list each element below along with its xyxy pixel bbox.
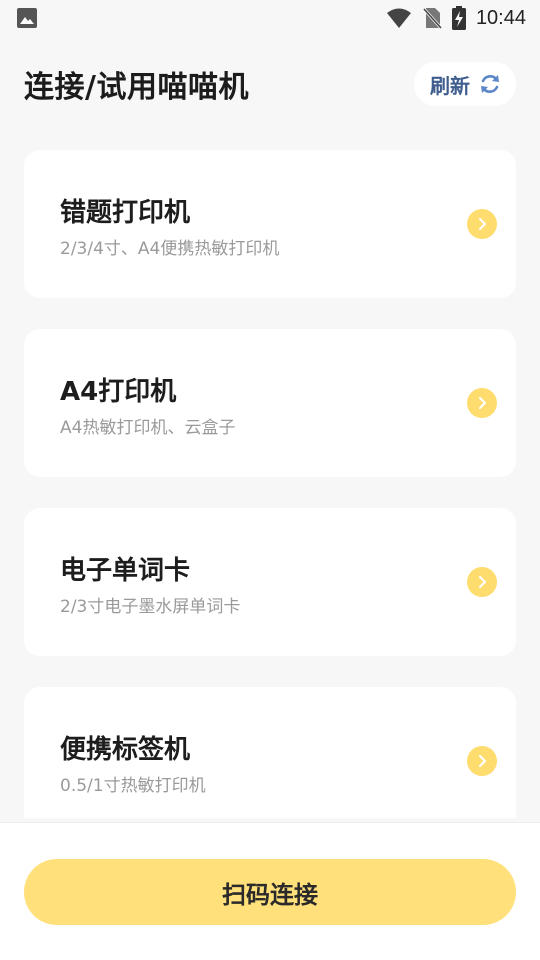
refresh-label: 刷新 — [430, 75, 470, 98]
chevron-right-icon — [467, 567, 497, 597]
chevron-right-icon — [467, 388, 497, 418]
bottom-bar: 扫码连接 — [0, 822, 540, 960]
device-card-mistake-printer[interactable]: 错题打印机 2/3/4寸、A4便携热敏打印机 — [24, 150, 516, 298]
scan-connect-label: 扫码连接 — [222, 881, 318, 909]
battery-charging-icon — [451, 6, 466, 30]
refresh-icon — [478, 72, 502, 96]
no-sim-icon — [422, 6, 442, 30]
device-title: 便携标签机 — [60, 735, 191, 765]
image-icon — [16, 7, 38, 29]
device-card-word-card[interactable]: 电子单词卡 2/3寸电子墨水屏单词卡 — [24, 508, 516, 656]
device-card-label-printer[interactable]: 便携标签机 0.5/1寸热敏打印机 — [24, 687, 516, 818]
device-desc: 2/3/4寸、A4便携热敏打印机 — [60, 239, 280, 259]
device-desc: 2/3寸电子墨水屏单词卡 — [60, 597, 241, 617]
device-desc: 0.5/1寸热敏打印机 — [60, 776, 206, 796]
status-bar: 10:44 — [0, 0, 540, 36]
refresh-button[interactable]: 刷新 — [414, 62, 516, 106]
chevron-right-icon — [467, 209, 497, 239]
device-title: 错题打印机 — [60, 198, 191, 228]
device-list: 错题打印机 2/3/4寸、A4便携热敏打印机 A4打印机 A4热敏打印机、云盒子… — [24, 150, 516, 818]
device-card-a4-printer[interactable]: A4打印机 A4热敏打印机、云盒子 — [24, 329, 516, 477]
header: 连接/试用喵喵机 刷新 — [0, 56, 540, 112]
wifi-icon — [386, 7, 412, 29]
device-desc: A4热敏打印机、云盒子 — [60, 418, 236, 438]
device-title: 电子单词卡 — [60, 556, 191, 586]
device-title: A4打印机 — [60, 377, 177, 407]
chevron-right-icon — [467, 746, 497, 776]
page-title: 连接/试用喵喵机 — [24, 70, 249, 105]
scan-connect-button[interactable]: 扫码连接 — [24, 859, 516, 925]
status-time: 10:44 — [475, 6, 526, 29]
